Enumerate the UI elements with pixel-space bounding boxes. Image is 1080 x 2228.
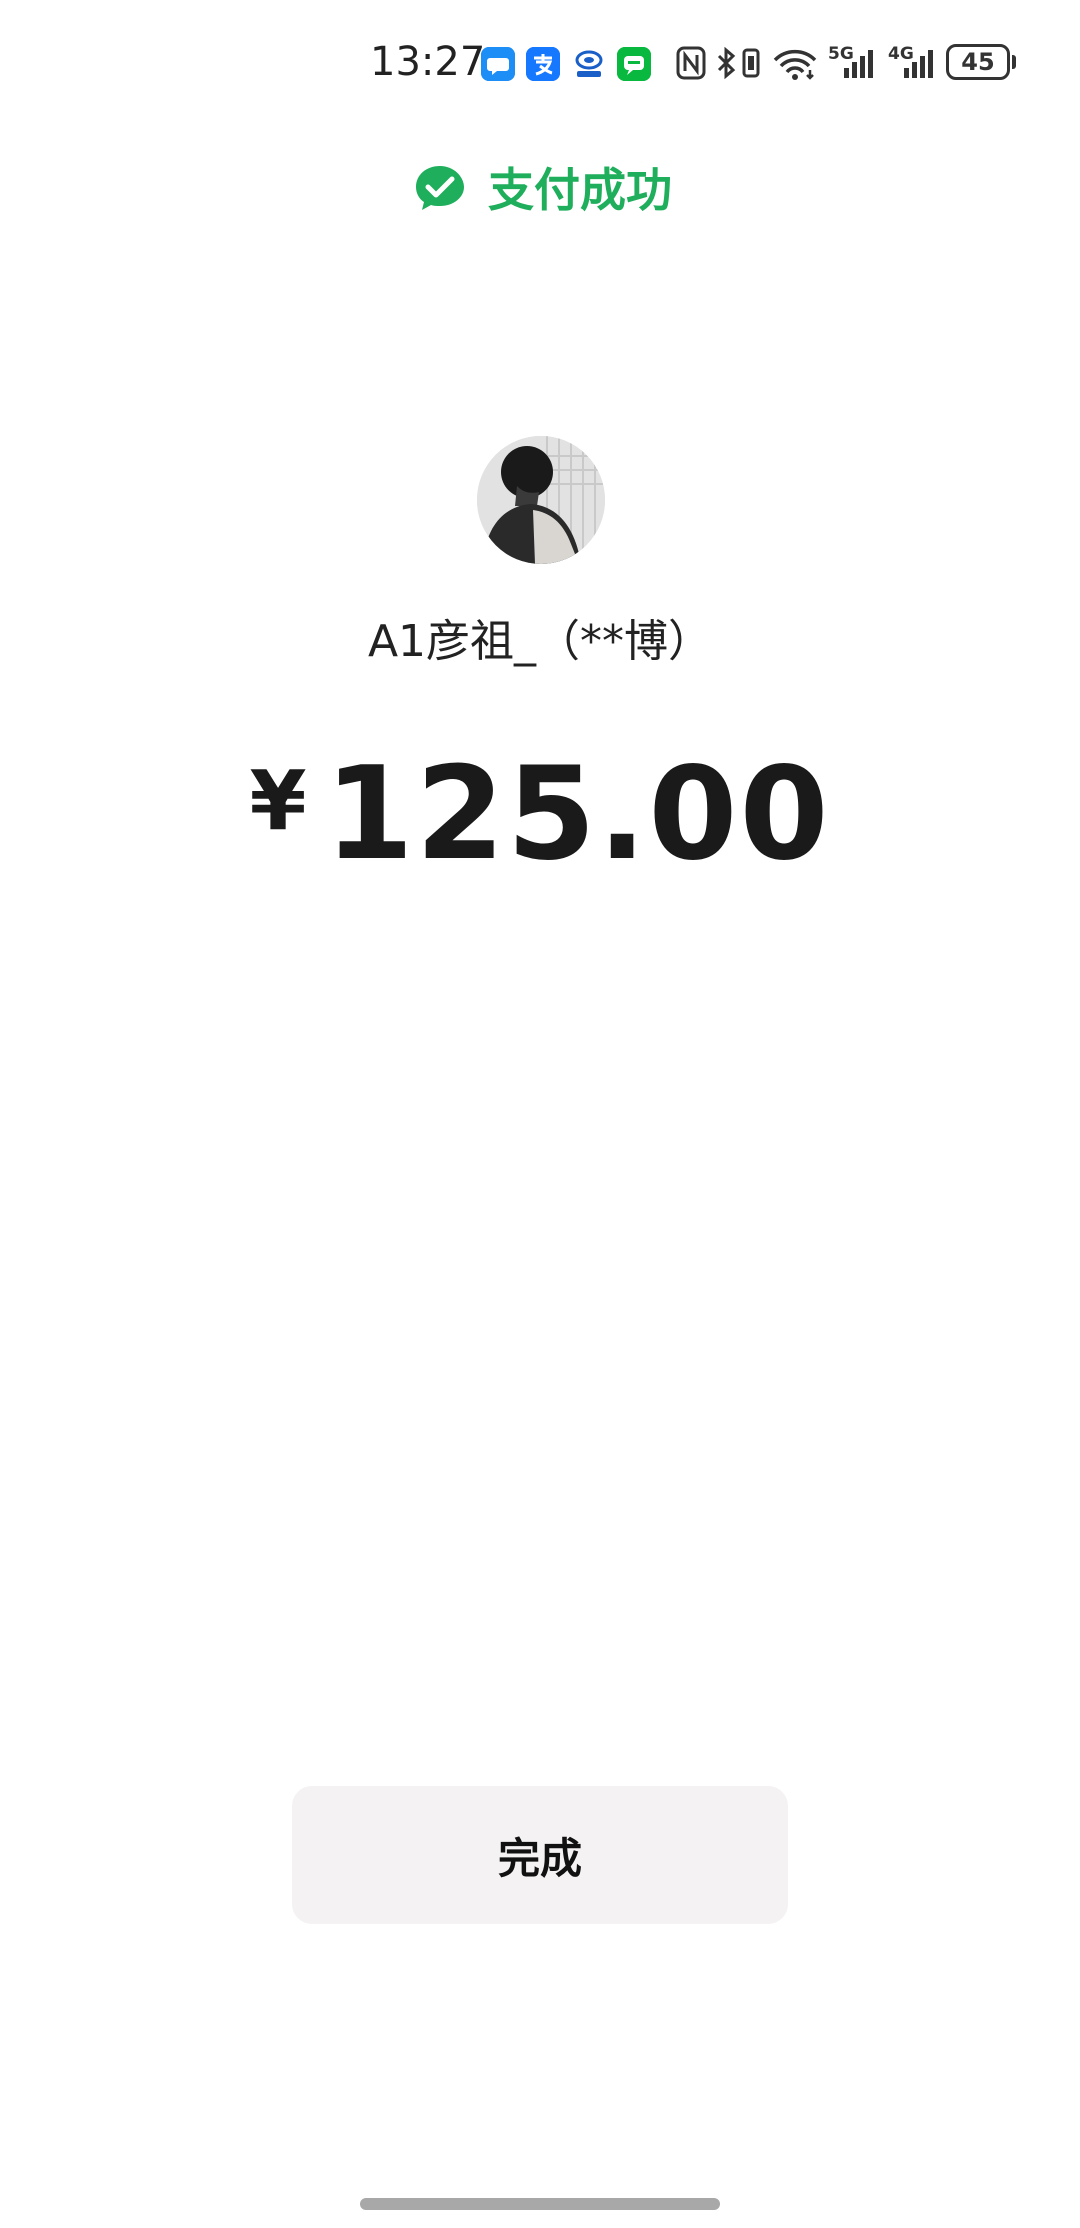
- battery-tip: [1012, 55, 1016, 69]
- payment-success-header: 支付成功: [0, 160, 1080, 220]
- done-button[interactable]: 完成: [292, 1786, 788, 1924]
- wifi-icon: [773, 49, 817, 80]
- wechat-pay-check-icon: [416, 166, 464, 210]
- battery-indicator: 45: [946, 44, 1010, 80]
- payee-name: A1彦祖_（**博）: [367, 616, 713, 667]
- home-indicator[interactable]: [360, 2198, 720, 2210]
- wechat-message-icon: [617, 47, 651, 81]
- vibrate-icon: [742, 48, 760, 78]
- status-bar: 13:27 5G 4G 45: [0, 0, 1080, 130]
- signal-4g-icon: [904, 50, 933, 78]
- payee-avatar: [477, 436, 605, 564]
- alipay-icon: [526, 47, 560, 81]
- signal-5g-icon: [844, 50, 873, 78]
- payment-amount: ¥125.00: [0, 740, 1080, 890]
- status-time: 13:27: [370, 39, 486, 85]
- bank-icon: [572, 47, 606, 81]
- currency-symbol: ¥: [249, 754, 307, 849]
- chat-bubble-icon: [481, 47, 515, 81]
- bluetooth-icon: [717, 46, 736, 80]
- amount-value: 125.00: [324, 740, 831, 889]
- nfc-icon: [676, 46, 706, 80]
- success-title: 支付成功: [488, 163, 672, 217]
